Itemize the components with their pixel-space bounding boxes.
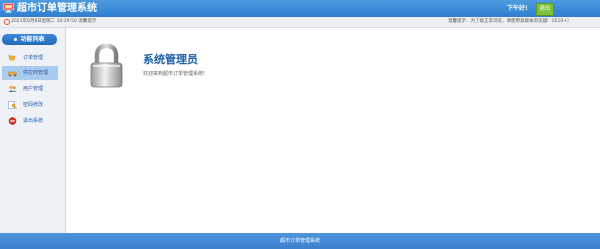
users-icon: [8, 85, 17, 92]
app-title: 超市订单管理系统: [17, 3, 97, 14]
monitor-computer-icon: [3, 3, 14, 13]
sidebar-item-label: 供应商管理: [23, 70, 49, 76]
header-bar: 超市订单管理系统 下午好! 退出: [0, 0, 600, 17]
browser-tip-text: 温馨提示：为了能正常浏览，请使用高版本浏览器!（IE10+）: [448, 19, 572, 24]
page-title: 系统管理员: [143, 53, 198, 66]
sidebar-item-suppliers[interactable]: 供应商管理: [2, 66, 58, 80]
welcome-text: 欢迎来到超市订单管理系统!: [143, 71, 206, 77]
footer-text: 超市订单管理系统: [279, 238, 320, 244]
footer-bar: 超市订单管理系统: [0, 233, 600, 249]
info-bar: 2021年6月8日星期二 10:29:50 温馨提示 温馨提示：为了能正常浏览，…: [0, 17, 600, 28]
sidebar-item-label: 密码修改: [23, 102, 44, 108]
sidebar-item-label: 订单管理: [23, 55, 44, 61]
bullet-icon: [14, 38, 18, 41]
sidebar-item-users[interactable]: 用户管理: [2, 82, 58, 96]
sidebar-item-label: 退出系统: [23, 118, 44, 124]
password-key-icon: [8, 101, 17, 109]
sidebar-title: 功能列表: [2, 34, 57, 45]
sidebar-title-label: 功能列表: [20, 36, 45, 43]
supplier-icon: [8, 71, 17, 77]
greeting-text: 下午好!: [507, 5, 528, 12]
clock-icon: [4, 19, 10, 25]
sidebar-item-label: 用户管理: [23, 86, 44, 92]
order-icon: [8, 54, 16, 61]
exit-icon: [8, 117, 17, 125]
sidebar-item-exit[interactable]: 退出系统: [2, 114, 58, 128]
datetime-text: 2021年6月8日星期二 10:29:50 温馨提示: [11, 19, 97, 24]
sidebar: 功能列表 订单管理 供应商管理 用户管理 密码修改 退出系统: [0, 28, 66, 233]
padlock-icon: [90, 44, 123, 88]
sidebar-item-password[interactable]: 密码修改: [2, 98, 58, 112]
logout-button[interactable]: 退出: [536, 3, 554, 16]
sidebar-item-orders[interactable]: 订单管理: [2, 51, 58, 65]
